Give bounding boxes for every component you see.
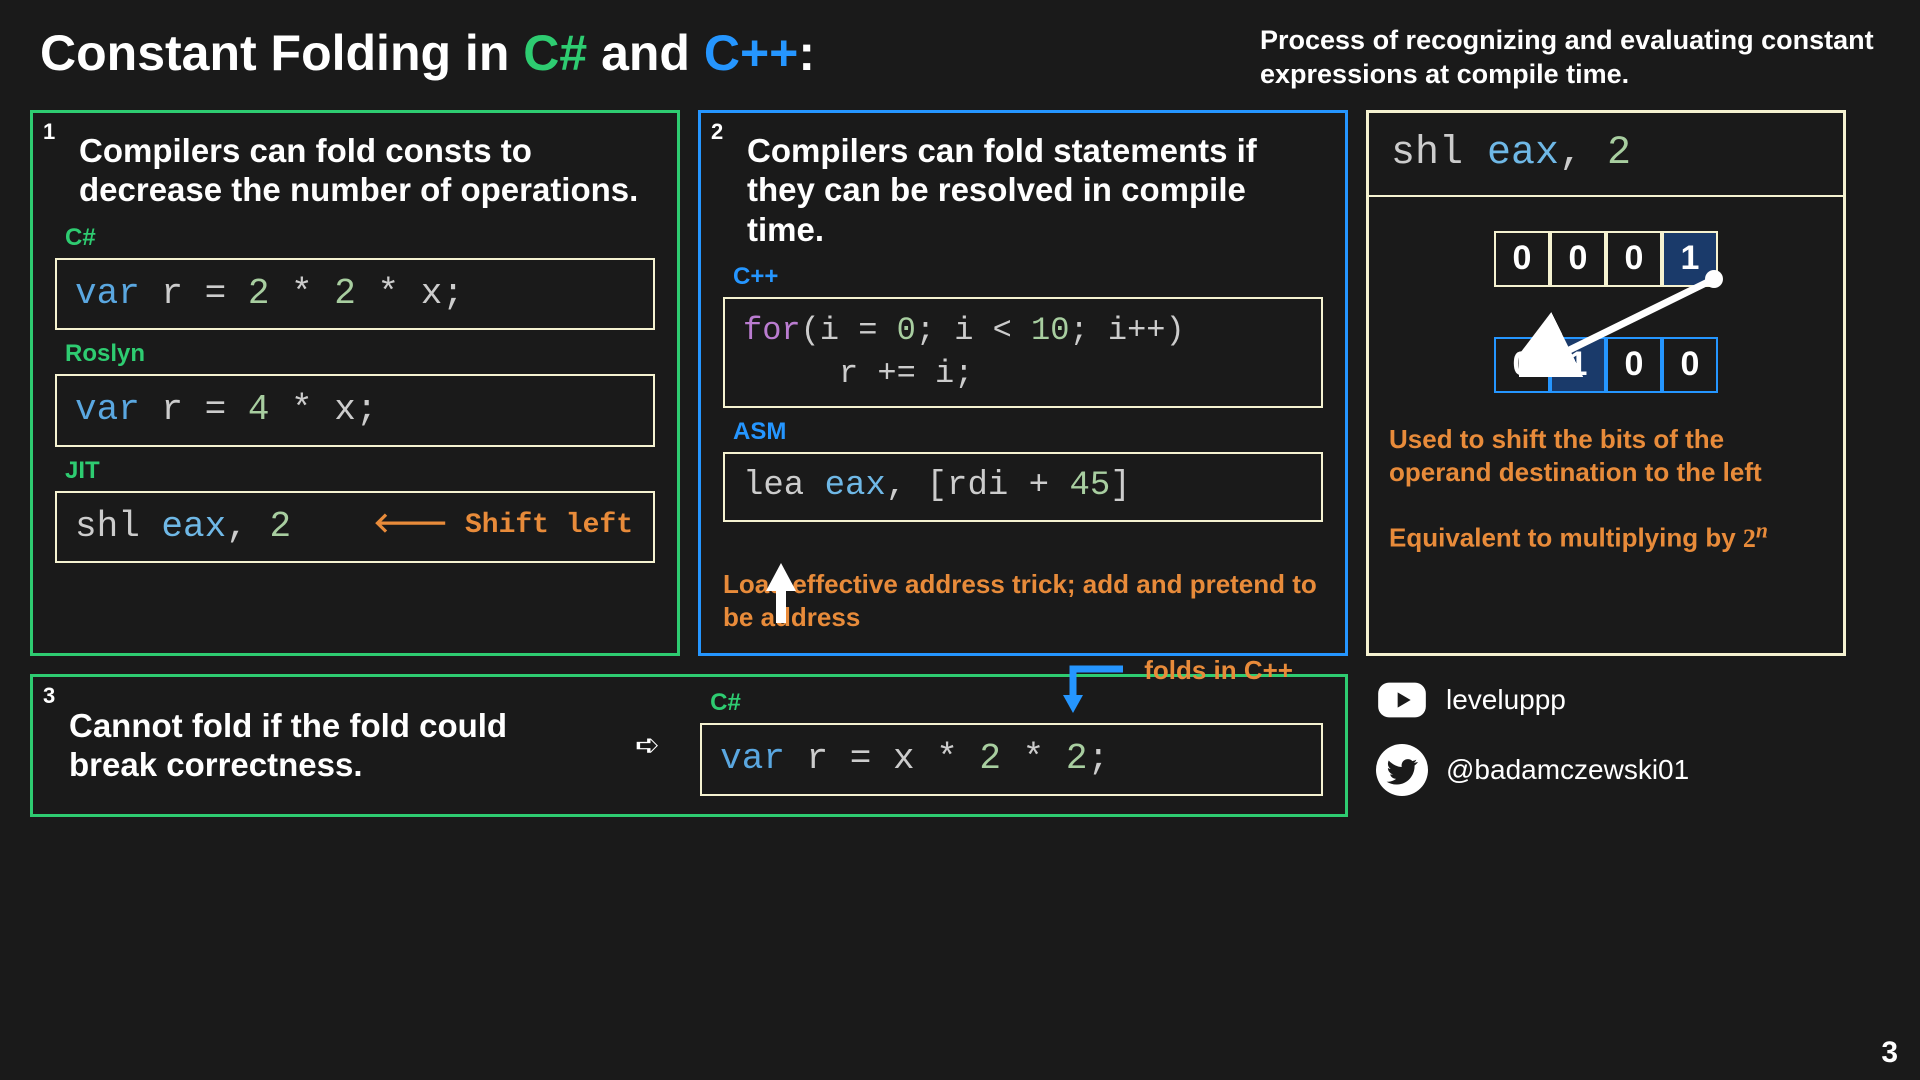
lea-note: Load effective address trick; add and pr… <box>723 568 1323 636</box>
panel-fold-consts: 1 Compilers can fold consts to decrease … <box>30 110 680 657</box>
label-roslyn: Roslyn <box>65 340 655 368</box>
code-csharp-nofold: var r = x * 2 * 2; <box>700 723 1323 796</box>
code-cpp-loop: for(i = 0; i < 10; i++) r += i; <box>723 297 1323 407</box>
panel-cannot-fold: 3 Cannot fold if the fold could break co… <box>30 674 1348 817</box>
bit-row-before: 0 0 0 1 <box>1369 231 1843 287</box>
label-asm: ASM <box>733 418 1323 446</box>
bit-cell: 1 <box>1550 337 1606 393</box>
code-jit: shl eax, 2🡐 Shift left <box>55 491 655 564</box>
youtube-icon <box>1376 674 1428 726</box>
bit-cell: 0 <box>1494 231 1550 287</box>
panel-fold-statements: 2 Compilers can fold statements if they … <box>698 110 1348 657</box>
shift-left-annotation: 🡐 Shift left <box>373 507 633 545</box>
code-asm-lea: lea eax, [rdi + 45] <box>723 452 1323 522</box>
bit-cell: 0 <box>1606 231 1662 287</box>
panel-heading: Cannot fold if the fold could break corr… <box>69 706 595 785</box>
page-title: Constant Folding in C# and C++: <box>40 24 815 82</box>
label-csharp: C# <box>65 224 655 252</box>
panel-number: 3 <box>43 683 55 709</box>
twitter-handle: @badamczewski01 <box>1446 754 1689 786</box>
youtube-handle: leveluppp <box>1446 684 1566 716</box>
bit-cell: 0 <box>1494 337 1550 393</box>
panel-heading: Compilers can fold consts to decrease th… <box>79 131 655 210</box>
bit-cell: 0 <box>1606 337 1662 393</box>
panel-heading: Compilers can fold statements if they ca… <box>747 131 1323 250</box>
social-links: leveluppp @badamczewski01 <box>1366 674 1846 817</box>
folds-in-cpp-note: folds in C++ <box>1144 655 1293 686</box>
panel-shl-explain: shl eax, 2 0 0 0 1 0 1 0 0 Used to shift… <box>1366 110 1846 657</box>
youtube-link[interactable]: leveluppp <box>1376 674 1846 726</box>
bit-cell: 1 <box>1662 231 1718 287</box>
bit-cell: 0 <box>1662 337 1718 393</box>
label-csharp: C# <box>710 689 1323 717</box>
bit-cell: 0 <box>1550 231 1606 287</box>
twitter-link[interactable]: @badamczewski01 <box>1376 744 1846 796</box>
page-subtitle: Process of recognizing and evaluating co… <box>1260 24 1880 92</box>
code-roslyn: var r = 4 * x; <box>55 374 655 447</box>
code-csharp-original: var r = 2 * 2 * x; <box>55 258 655 331</box>
shl-equivalence: Equivalent to multiplying by 2n <box>1369 498 1843 563</box>
code-shl-side: shl eax, 2 <box>1369 113 1843 197</box>
twitter-icon <box>1376 744 1428 796</box>
bit-row-after: 0 1 0 0 <box>1369 337 1843 393</box>
label-cpp: C++ <box>733 263 1323 291</box>
label-jit: JIT <box>65 457 655 485</box>
shl-description: Used to shift the bits of the operand de… <box>1369 405 1843 499</box>
arrow-right-icon: ➪ <box>635 728 660 763</box>
panel-number: 1 <box>43 119 55 145</box>
panel-number: 2 <box>711 119 723 145</box>
page-number: 3 <box>1881 1036 1898 1070</box>
